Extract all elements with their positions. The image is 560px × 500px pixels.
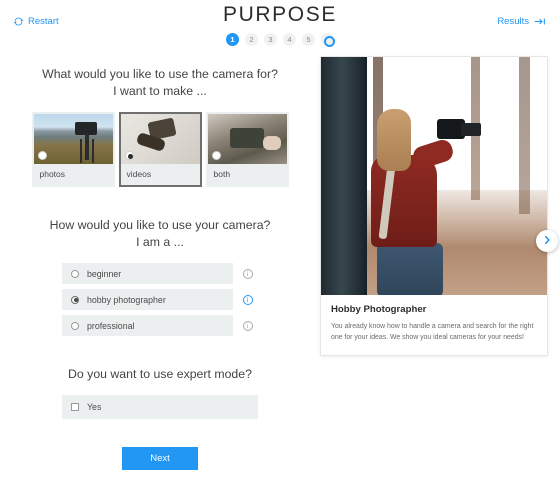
preview-title: Hobby Photographer (331, 304, 427, 315)
results-button[interactable]: Results (497, 16, 546, 27)
step-2[interactable]: 2 (245, 33, 258, 46)
purpose-option-videos-radio[interactable] (124, 151, 134, 160)
refresh-icon (14, 17, 23, 26)
purpose-option-both[interactable]: both (205, 112, 289, 187)
purpose-option-both-label: both (213, 169, 231, 179)
purpose-question-title: What would you like to use the camera fo… (42, 67, 278, 81)
purpose-question-subtitle: I want to make ... (113, 84, 207, 98)
skill-options: beginner i hobby photographer i professi… (62, 263, 258, 336)
skill-question: How would you like to use your camera? I… (12, 217, 308, 251)
skill-option-beginner[interactable]: beginner i (62, 263, 258, 284)
next-button[interactable]: Next (122, 447, 198, 470)
preview-column: Hobby Photographer You already know how … (320, 48, 560, 470)
purpose-option-both-radio[interactable] (211, 151, 221, 160)
carousel-next-button[interactable] (536, 230, 558, 252)
purpose-options: photos videos both (12, 112, 308, 187)
purpose-option-videos-image (120, 114, 200, 164)
expert-question-title: Do you want to use expert mode? (68, 367, 252, 381)
purpose-option-photos-label: photos (39, 169, 66, 179)
step-results-icon[interactable] (321, 33, 335, 47)
expert-mode-label: Yes (87, 402, 102, 412)
next-button-wrap: Next (12, 447, 308, 470)
skill-option-beginner-label: beginner (87, 268, 122, 279)
camera-lens (461, 123, 481, 136)
skill-option-beginner-main[interactable]: beginner (62, 263, 233, 284)
expert-mode-options: Yes (62, 395, 258, 419)
info-icon: i (242, 294, 253, 305)
skill-option-hobby-photographer-label: hobby photographer (87, 294, 166, 305)
arrow-to-end-icon (534, 17, 546, 26)
step-3[interactable]: 3 (264, 33, 277, 46)
skill-option-professional[interactable]: professional i (62, 315, 258, 336)
skill-question-subtitle: I am a ... (136, 235, 184, 249)
skill-option-professional-info-button[interactable]: i (237, 315, 258, 336)
skill-option-beginner-radio[interactable] (71, 269, 79, 278)
purpose-option-both-image (207, 114, 287, 164)
skill-option-hobby-photographer[interactable]: hobby photographer i (62, 289, 258, 310)
background-tree-3 (519, 57, 530, 215)
skill-option-hobby-photographer-main[interactable]: hobby photographer (62, 289, 233, 310)
skill-option-hobby-photographer-radio[interactable] (71, 295, 79, 304)
expert-mode-checkbox-row[interactable]: Yes (62, 395, 258, 419)
purpose-option-videos-label: videos (126, 169, 152, 179)
purpose-wizard-page: Restart Results PURPOSE 1 2 3 4 5 What w… (0, 0, 560, 500)
chevron-right-icon (543, 235, 551, 248)
skill-option-hobby-photographer-info-button[interactable]: i (237, 289, 258, 310)
purpose-option-photos[interactable]: photos (31, 112, 115, 187)
page-title: PURPOSE (223, 3, 337, 26)
form-column: What would you like to use the camera fo… (0, 48, 320, 470)
preview-photo (321, 57, 547, 295)
person-legs (377, 243, 443, 295)
preview-card-body: Hobby Photographer You already know how … (321, 295, 547, 355)
step-indicator: 1 2 3 4 5 (0, 33, 560, 47)
person-hair (377, 109, 411, 171)
purpose-option-photos-image (33, 114, 113, 164)
skill-question-title: How would you like to use your camera? (49, 218, 271, 232)
expert-question: Do you want to use expert mode? (12, 366, 308, 383)
results-label: Results (497, 16, 529, 27)
expert-mode-checkbox[interactable] (71, 403, 79, 411)
step-5[interactable]: 5 (302, 33, 315, 46)
step-4[interactable]: 4 (283, 33, 296, 46)
step-1[interactable]: 1 (226, 33, 239, 46)
restart-label: Restart (28, 16, 59, 27)
skill-option-professional-main[interactable]: professional (62, 315, 233, 336)
preview-description: You already know how to handle a camera … (331, 323, 534, 341)
page-body: What would you like to use the camera fo… (0, 48, 560, 470)
foreground-tree (321, 57, 367, 295)
preview-card: Hobby Photographer You already know how … (320, 56, 548, 356)
restart-button[interactable]: Restart (14, 16, 59, 27)
skill-option-professional-label: professional (87, 320, 135, 331)
info-icon: i (242, 320, 253, 331)
info-icon: i (242, 268, 253, 279)
purpose-option-videos[interactable]: videos (118, 112, 202, 187)
skill-option-beginner-info-button[interactable]: i (237, 263, 258, 284)
page-header: Restart Results PURPOSE 1 2 3 4 5 (0, 0, 560, 48)
purpose-option-photos-radio[interactable] (37, 151, 47, 160)
purpose-question: What would you like to use the camera fo… (12, 66, 308, 100)
skill-option-professional-radio[interactable] (71, 321, 79, 330)
